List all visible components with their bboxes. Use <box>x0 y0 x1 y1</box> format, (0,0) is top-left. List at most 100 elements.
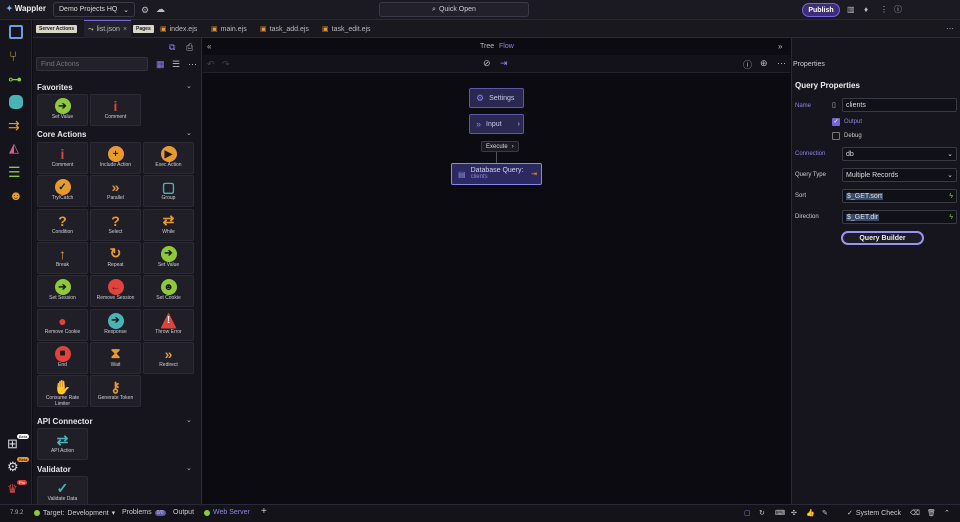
input-node[interactable]: » Input › <box>469 114 524 134</box>
settings-node[interactable]: ⚙ Settings <box>469 88 524 108</box>
chevron-down-icon[interactable]: ⌄ <box>186 82 192 90</box>
help-icon[interactable]: ⓘ <box>894 4 902 15</box>
signpost-icon[interactable]: ⇉ <box>8 117 20 134</box>
more-horizontal-icon[interactable]: ⋯ <box>777 58 786 69</box>
disable-icon[interactable]: ⊘ <box>483 58 491 69</box>
action-tile-wait[interactable]: ⧗ Wait <box>90 341 141 374</box>
web-server-tab[interactable]: Web Server <box>204 509 250 516</box>
quick-open-search[interactable]: ⌕ Quick Open <box>379 2 529 17</box>
layers-icon[interactable]: ☰ <box>8 164 21 181</box>
action-tile-while[interactable]: ⇄ While <box>143 208 194 241</box>
query-type-select[interactable]: Multiple Records ⌄ <box>842 168 957 182</box>
add-icon[interactable]: + <box>261 506 267 517</box>
tab-main-ejs[interactable]: ▣ main.ejs <box>211 25 247 34</box>
action-tile-generate-token[interactable]: ⚷ Generate Token <box>90 375 141 408</box>
output-tab[interactable]: Output <box>173 509 194 516</box>
action-tile-remove-session[interactable]: ← Remove Session <box>90 275 141 308</box>
lightning-icon[interactable]: ϟ <box>949 193 953 200</box>
section-validator[interactable]: Validator <box>37 465 71 474</box>
undo-icon[interactable]: ↶ <box>207 59 215 70</box>
gear-icon[interactable]: ⚙ <box>141 5 149 16</box>
action-tile-throw-error[interactable]: ! Throw Error <box>143 308 194 341</box>
chevron-down-icon[interactable]: ⌄ <box>186 416 192 424</box>
eraser-icon[interactable]: ⌫ <box>910 509 920 517</box>
drop-icon[interactable]: ♦ <box>864 5 868 14</box>
tree-view-toggle[interactable]: Tree <box>480 43 494 50</box>
action-tile-set-value[interactable]: ➔ Set Value <box>37 94 88 126</box>
design-icon[interactable]: ◭ <box>9 140 19 156</box>
more-horizontal-icon[interactable]: ⋯ <box>188 59 197 70</box>
tab-task-edit-ejs[interactable]: ▣ task_edit.ejs <box>322 25 371 34</box>
action-tile-redirect[interactable]: » Redirect <box>143 341 194 374</box>
sitemap-icon[interactable]: ⧉ <box>169 42 175 53</box>
action-tile-remove-cookie[interactable]: ● Remove Cookie <box>37 308 88 341</box>
trash-icon[interactable]: 🗑 <box>927 509 936 517</box>
action-tile-try-catch[interactable]: ✓ Try/Catch <box>37 175 88 208</box>
output-checkbox[interactable]: ✓ <box>832 118 840 126</box>
redo-icon[interactable]: ↷ <box>222 59 230 70</box>
execute-node[interactable]: Execute › <box>481 141 519 152</box>
sort-field[interactable]: $_GET.sort ϟ <box>842 189 957 203</box>
extensions-icon[interactable]: ⊞ <box>7 436 18 452</box>
chevron-down-icon[interactable]: ⌄ <box>186 464 192 472</box>
action-tile-set-session[interactable]: ➔ Set Session <box>37 275 88 308</box>
action-tile-parallel[interactable]: » Parallel <box>90 175 141 208</box>
action-tile-repeat[interactable]: ↻ Repeat <box>90 241 141 274</box>
expand-right-icon[interactable]: » <box>778 42 782 51</box>
name-field[interactable]: clients <box>842 98 957 112</box>
action-tile-end[interactable]: ■ End <box>37 341 88 374</box>
workflows-icon[interactable]: ⊶ <box>8 71 22 88</box>
database-icon[interactable] <box>9 95 23 109</box>
section-core-actions[interactable]: Core Actions <box>37 130 87 139</box>
action-tile-condition[interactable]: ? Condition <box>37 208 88 241</box>
grid-view-icon[interactable]: ▦ <box>156 59 165 70</box>
problems-tab[interactable]: Problems 0/0 <box>122 509 166 516</box>
list-view-icon[interactable]: ☰ <box>172 59 180 70</box>
collapse-left-icon[interactable]: « <box>207 42 211 51</box>
tab-list-json[interactable]: ⤳ list.json × <box>84 20 132 38</box>
action-tile-comment[interactable]: i Comment <box>90 94 141 126</box>
connection-select[interactable]: db ⌄ <box>842 147 957 161</box>
terminal-icon[interactable]: ⌨ <box>775 509 785 517</box>
panel-layout-icon[interactable]: ▥ <box>847 5 855 14</box>
action-tile-set-value[interactable]: ➔ Set Value <box>143 241 194 274</box>
cloud-icon[interactable]: ☁ <box>156 4 165 15</box>
bug-icon[interactable]: ✣ <box>791 509 797 517</box>
find-actions-input[interactable] <box>36 57 148 71</box>
tab-task-add-ejs[interactable]: ▣ task_add.ejs <box>260 25 309 34</box>
direction-field[interactable]: $_GET.dir ϟ <box>842 210 957 224</box>
target-selector[interactable]: Target: Development ▾ <box>34 509 115 517</box>
project-selector[interactable]: Demo Projects HQ ⌄ <box>53 2 135 17</box>
publish-button[interactable]: Publish <box>802 3 840 17</box>
action-tile-break[interactable]: ↑ Break <box>37 241 88 274</box>
section-api-connector[interactable]: API Connector <box>37 417 93 426</box>
tab-index-ejs[interactable]: ▣ index.ejs <box>160 25 197 34</box>
print-icon[interactable]: ⎙ <box>186 42 193 53</box>
action-tile-exec-action[interactable]: ▶ Exec Action <box>143 142 194 174</box>
system-check-button[interactable]: ✓ System Check <box>847 509 901 518</box>
more-vertical-icon[interactable]: ⋮ <box>880 5 888 14</box>
export-icon[interactable]: ⇥ <box>500 58 508 69</box>
layout-icon[interactable]: ▢ <box>744 509 751 517</box>
section-favorites[interactable]: Favorites <box>37 83 73 92</box>
thumbs-up-icon[interactable]: 👍 <box>806 509 815 517</box>
git-branch-icon[interactable]: ⑂ <box>9 48 17 64</box>
help-icon[interactable]: ⓘ <box>743 58 752 71</box>
lightning-icon[interactable]: ϟ <box>949 214 953 221</box>
chevron-down-icon[interactable]: ⌄ <box>186 129 192 137</box>
debug-checkbox[interactable] <box>832 132 840 140</box>
flow-view-toggle[interactable]: Flow <box>499 43 514 50</box>
action-tile-set-cookie[interactable]: ☻ Set Cookie <box>143 275 194 308</box>
action-tile-include-action[interactable]: + Include Action <box>90 142 141 174</box>
close-icon[interactable]: × <box>123 26 127 33</box>
action-tile-comment[interactable]: i Comment <box>37 142 88 174</box>
action-tile-consume-rate-limiter[interactable]: ✋ Consume Rate Limiter <box>37 375 88 408</box>
action-tile-response[interactable]: ➔ Response <box>90 308 141 341</box>
action-tile-api-action[interactable]: ⇄ API Action <box>37 428 88 460</box>
edit-icon[interactable]: ✎ <box>822 509 828 517</box>
more-horizontal-icon[interactable]: ⋯ <box>946 24 954 33</box>
chevron-up-icon[interactable]: ⌃ <box>944 509 950 517</box>
database-query-node[interactable]: ▤ Database Query: clients ⇥ <box>451 163 542 185</box>
action-tile-group[interactable]: ▢ Group <box>143 175 194 208</box>
refresh-icon[interactable]: ↻ <box>759 509 765 517</box>
